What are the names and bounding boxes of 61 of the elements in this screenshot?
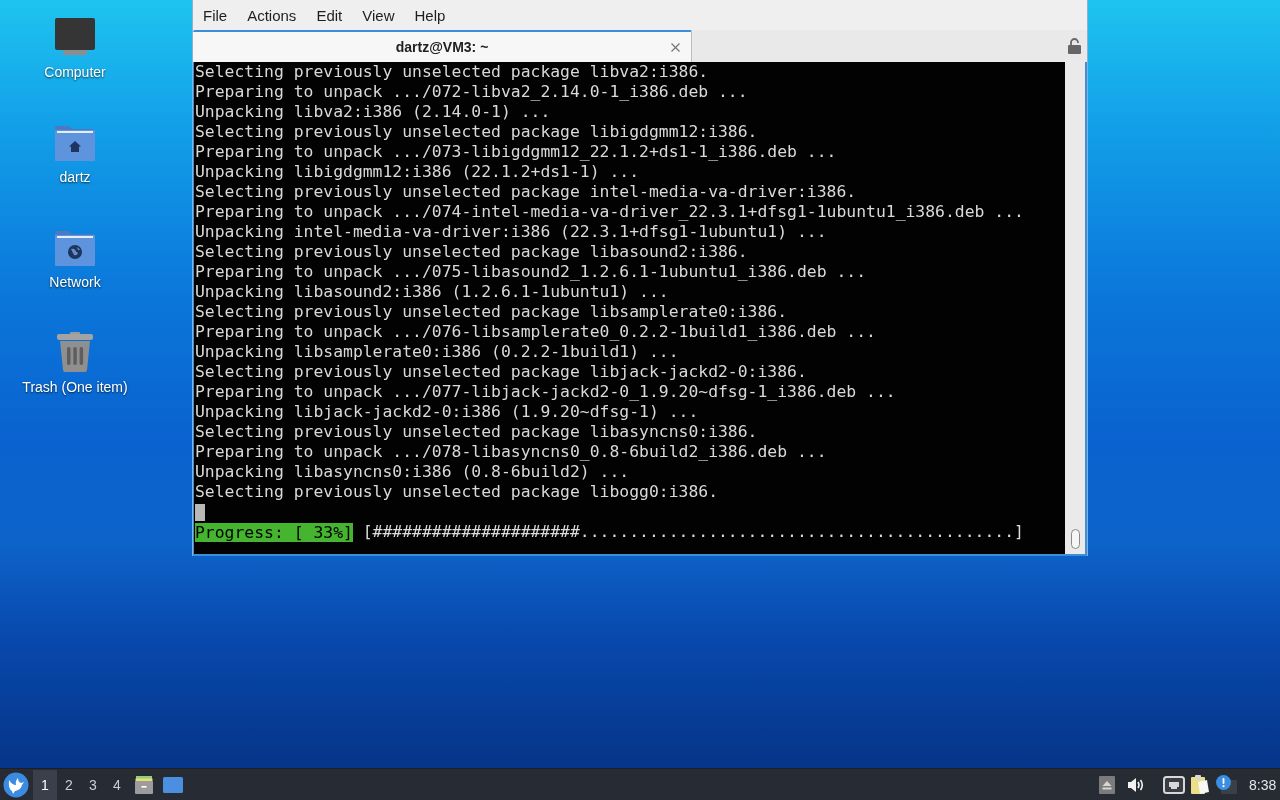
terminal-line: Preparing to unpack .../072-libva2_2.14.0-1_i386.deb ... <box>195 82 749 102</box>
volume-button[interactable] <box>1127 776 1144 793</box>
clipboard-icon <box>1190 774 1210 795</box>
terminal-line: Selecting previously unselected package libva2:i386. <box>195 62 710 82</box>
terminal-line: Unpacking libasyncns0:i386 (0.8-6build2) ... <box>195 462 631 482</box>
monitor-icon <box>54 17 96 57</box>
terminal-line: Selecting previously unselected package libigdgmm12:i386. <box>195 122 759 142</box>
eject-icon <box>1099 775 1115 794</box>
tab-close-button[interactable] <box>669 40 682 54</box>
start-menu-button[interactable] <box>3 771 29 798</box>
menu-item[interactable]: Actions <box>237 2 307 28</box>
file-drawer-icon <box>134 774 154 795</box>
wired-network-icon <box>1163 775 1185 794</box>
menu-item[interactable]: Edit <box>306 2 353 28</box>
terminal-line: Preparing to unpack .../077-libjack-jackd2-0_1.9.20~dfsg-1_i386.deb ... <box>195 382 897 402</box>
cursor-icon <box>195 503 205 521</box>
terminal-line: Preparing to unpack .../075-libasound2_1.2.6.1-1ubuntu1_i386.deb ... <box>195 262 868 282</box>
clipboard-button[interactable] <box>1190 774 1210 795</box>
terminal-line: Selecting previously unselected package libogg0:i386. <box>195 482 719 502</box>
terminal-line: Selecting previously unselected package intel-media-va-driver:i386. <box>195 182 858 202</box>
scrollbar[interactable] <box>1065 62 1085 554</box>
terminal-line: Selecting previously unselected package libasyncns0:i386. <box>195 422 759 442</box>
desktop-shortcut[interactable]: Network <box>5 227 145 332</box>
desktop-launcher[interactable] <box>163 776 183 793</box>
close-icon <box>671 42 680 52</box>
bird-logo-icon <box>3 771 29 798</box>
terminal-line: Unpacking intel-media-va-driver:i386 (22.3.1+dfsg1-1ubuntu1) ... <box>195 222 828 242</box>
terminal-line: Unpacking libasound2:i386 (1.2.6.1-1ubuntu1) ... <box>195 282 670 302</box>
workspace-button[interactable]: 1 <box>33 769 57 800</box>
file-manager-launcher[interactable] <box>134 774 154 795</box>
alert-icon <box>1216 775 1237 794</box>
menu-item[interactable]: View <box>352 2 405 28</box>
network-button[interactable] <box>1163 775 1185 794</box>
notification-button[interactable] <box>1216 775 1237 794</box>
terminal-line: Unpacking libjack-jackd2-0:i386 (1.9.20~dfsg-1) ... <box>195 402 700 422</box>
terminal-line: Unpacking libigdgmm12:i386 (22.1.2+ds1-1) ... <box>195 162 641 182</box>
padlock-icon <box>1068 38 1081 54</box>
clock[interactable]: 8:38 <box>1246 776 1280 793</box>
workspace-button[interactable]: 4 <box>105 769 129 800</box>
menu-item[interactable]: File <box>193 2 238 28</box>
trash-icon <box>54 332 96 372</box>
eject-button[interactable] <box>1099 775 1115 794</box>
progress-label: Progress: [ 33%] <box>195 522 353 542</box>
terminal-line: Selecting previously unselected package libsamplerate0:i386. <box>195 302 789 322</box>
window-icon <box>163 776 183 793</box>
terminal-line: Selecting previously unselected package libasound2:i386. <box>195 242 749 262</box>
terminal-line: Selecting previously unselected package libjack-jackd2-0:i386. <box>195 362 808 382</box>
terminal-line: Unpacking libsamplerate0:i386 (0.2.2-1build1) ... <box>195 342 680 362</box>
workspace-button[interactable]: 2 <box>57 769 81 800</box>
terminal-line: Preparing to unpack .../073-libigdgmm12_22.1.2+ds1-1_i386.deb ... <box>195 142 838 162</box>
progress-bar-text: [#####################............................................] <box>362 522 1024 542</box>
speaker-icon <box>1127 776 1144 793</box>
terminal-line: Preparing to unpack .../074-intel-media-va-driver_22.3.1+dfsg1-1ubuntu1_i386.deb ... <box>195 202 1025 222</box>
menu-item[interactable]: Help <box>404 2 456 28</box>
scrollbar-thumb[interactable] <box>1070 529 1080 549</box>
terminal-line: Preparing to unpack .../076-libsamplerate0_0.2.2-1build1_i386.deb ... <box>195 322 877 342</box>
terminal-tab[interactable]: dartz@VM3: ~ <box>193 30 692 62</box>
desktop-shortcut[interactable]: Trash (One item) <box>5 332 145 437</box>
workspace-button[interactable]: 3 <box>81 769 105 800</box>
terminal-line: Preparing to unpack .../078-libasyncns0_0.8-6build2_i386.deb ... <box>195 442 828 462</box>
terminal-line: Unpacking libva2:i386 (2.14.0-1) ... <box>195 102 552 122</box>
